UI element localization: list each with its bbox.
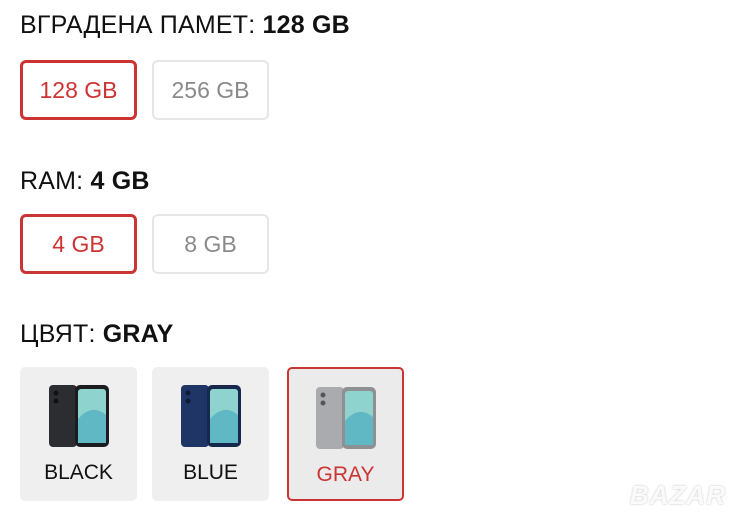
storage-selected-value: 128 GB [262, 11, 350, 39]
color-heading: ЦВЯТ: GRAY [20, 319, 174, 349]
phone-black-icon [48, 385, 109, 447]
storage-option-128gb[interactable]: 128 GB [20, 60, 137, 120]
color-option-gray[interactable]: GRAY [287, 367, 404, 501]
phone-gray-icon [315, 387, 376, 449]
color-option-black[interactable]: BLACK [20, 367, 137, 501]
storage-option-256gb[interactable]: 256 GB [152, 60, 269, 120]
color-option-label: GRAY [316, 463, 375, 486]
bazar-watermark: BAZAR [630, 480, 726, 510]
storage-heading: ВГРАДЕНА ПАМЕТ: 128 GB [20, 10, 350, 40]
phone-blue-icon [180, 385, 241, 447]
ram-option-8gb[interactable]: 8 GB [152, 214, 269, 274]
storage-label: ВГРАДЕНА ПАМЕТ: [20, 11, 256, 39]
ram-label: RAM: [20, 167, 84, 195]
ram-heading: RAM: 4 GB [20, 166, 150, 196]
color-label: ЦВЯТ: [20, 320, 96, 348]
color-option-label: BLACK [44, 461, 113, 484]
ram-option-4gb[interactable]: 4 GB [20, 214, 137, 274]
color-selected-value: GRAY [102, 320, 174, 348]
ram-selected-value: 4 GB [90, 167, 150, 195]
color-option-blue[interactable]: BLUE [152, 367, 269, 501]
color-option-label: BLUE [183, 461, 238, 484]
